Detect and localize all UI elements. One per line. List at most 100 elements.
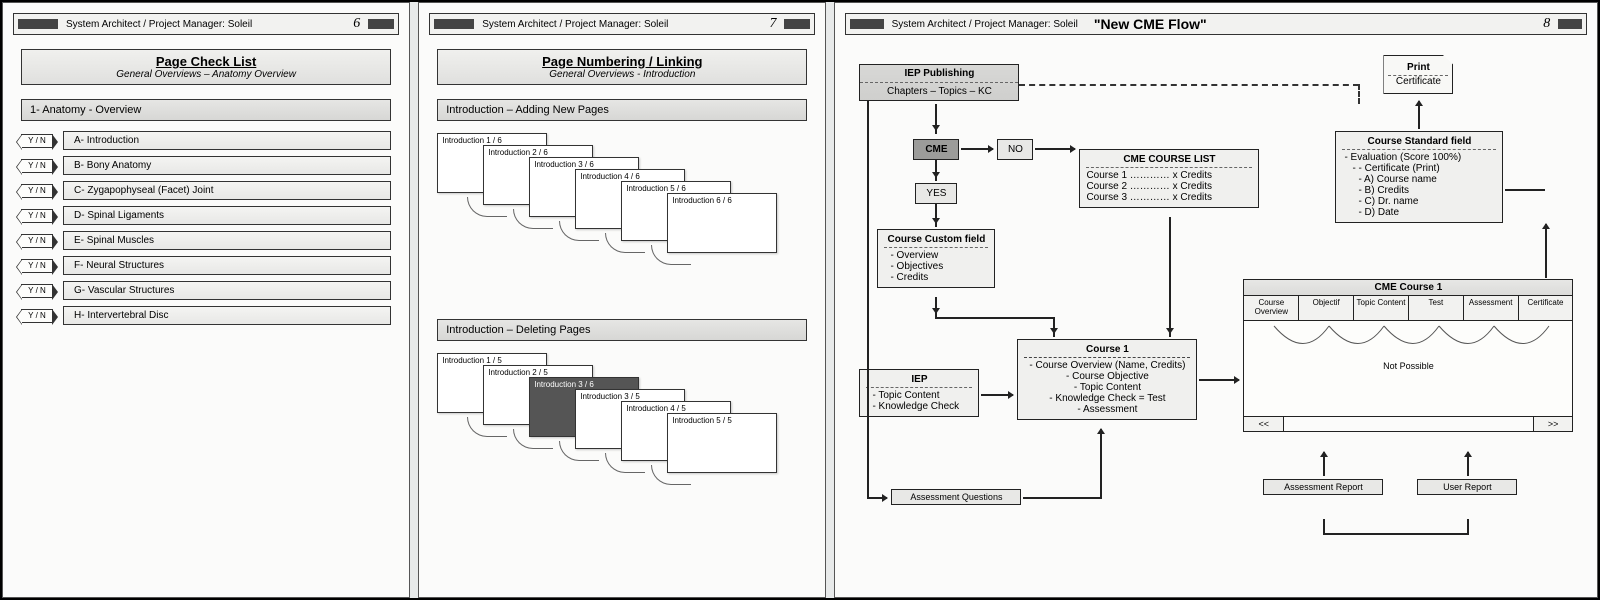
- prev-button: <<: [1244, 417, 1284, 431]
- line: [1323, 533, 1469, 535]
- node-yes: YES: [915, 183, 957, 204]
- line: [1100, 447, 1102, 499]
- yn-diamond: Y / N: [21, 134, 53, 148]
- arrow-right-icon: [867, 497, 887, 499]
- arrow-down-icon: [935, 159, 937, 181]
- checklist-row: Y / NF- Neural Structures: [21, 256, 391, 275]
- dashed-line: [1358, 84, 1360, 104]
- yn-diamond: Y / N: [21, 234, 53, 248]
- redaction-block: [18, 19, 58, 29]
- redaction-block: [784, 19, 810, 29]
- node-assessment-report: Assessment Report: [1263, 479, 1383, 495]
- panel-header: System Architect / Project Manager: Sole…: [845, 13, 1587, 35]
- page-number: 7: [769, 16, 776, 32]
- author-title: System Architect / Project Manager: Sole…: [66, 19, 252, 30]
- checklist-row: Y / NA- Introduction: [21, 131, 391, 150]
- flow-canvas: IEP Publishing Chapters – Topics – KC CM…: [845, 49, 1587, 593]
- node-cme-course-list: CME COURSE LIST Course 1 ………… x Credits …: [1079, 149, 1259, 208]
- triptych: System Architect / Project Manager: Sole…: [0, 0, 1600, 600]
- arrow-up-icon: [1545, 224, 1547, 278]
- arc-arrow: [651, 245, 691, 265]
- node-iep: IEP Topic Content Knowledge Check: [859, 369, 979, 417]
- tab-certificate: Certificate: [1519, 296, 1573, 321]
- arrow-down-icon: [935, 104, 937, 134]
- yn-diamond: Y / N: [21, 309, 53, 323]
- redaction-block: [368, 19, 394, 29]
- arc-arrow: [513, 209, 553, 229]
- page-card: Introduction 5 / 5: [667, 413, 777, 473]
- panel-cme-flow: System Architect / Project Manager: Sole…: [834, 2, 1598, 598]
- arrow-up-icon: [1467, 452, 1469, 476]
- arc-arrow: [605, 453, 645, 473]
- arc-arrow: [513, 429, 553, 449]
- arrow-right-icon: [1199, 379, 1239, 381]
- arrow-down-icon: [935, 297, 937, 317]
- panel-header: System Architect / Project Manager: Sole…: [13, 13, 399, 35]
- page-card: Introduction 6 / 6: [667, 193, 777, 253]
- not-possible-label: Not Possible: [1383, 361, 1434, 371]
- arrow-right-icon: [981, 394, 1013, 396]
- line: [867, 101, 869, 499]
- panel-page-checklist: System Architect / Project Manager: Sole…: [2, 2, 410, 598]
- arc-arrow: [559, 441, 599, 461]
- arrow-up-icon: [1418, 101, 1420, 129]
- redaction-block: [1558, 19, 1582, 29]
- arc-arrow: [467, 197, 507, 217]
- add-header: Introduction – Adding New Pages: [437, 99, 807, 121]
- node-iep-publishing: IEP Publishing Chapters – Topics – KC: [859, 64, 1019, 101]
- del-stack: Introduction 1 / 5 Introduction 2 / 5 In…: [437, 347, 807, 527]
- next-button: >>: [1533, 417, 1573, 431]
- page-number: 6: [353, 16, 360, 32]
- node-cme: CME: [913, 139, 959, 160]
- arrow-down-icon: [1169, 217, 1171, 337]
- checklist-row: Y / NH- Intervertebral Disc: [21, 306, 391, 325]
- line: [1505, 189, 1545, 191]
- panel-header: System Architect / Project Manager: Sole…: [429, 13, 815, 35]
- page-subtitle: General Overviews - Introduction: [438, 69, 806, 80]
- node-cme-course-1: CME Course 1 Course Overview Objectif To…: [1243, 279, 1573, 432]
- tab-objectif: Objectif: [1299, 296, 1354, 321]
- section-header: 1- Anatomy - Overview: [21, 99, 391, 121]
- line: [1323, 519, 1325, 533]
- node-course-1: Course 1 - Course Overview (Name, Credit…: [1017, 339, 1197, 420]
- title-band: Page Numbering / Linking General Overvie…: [437, 49, 807, 85]
- title-band: Page Check List General Overviews – Anat…: [21, 49, 391, 85]
- page-number: 8: [1543, 16, 1550, 32]
- arrow-down-icon: [1053, 317, 1055, 337]
- tab-test: Test: [1409, 296, 1464, 321]
- yn-diamond: Y / N: [21, 159, 53, 173]
- node-course-standard-field: Course Standard field Evaluation (Score …: [1335, 131, 1503, 223]
- yn-diamond: Y / N: [21, 284, 53, 298]
- arrow-right-icon: [961, 148, 993, 150]
- add-stack: Introduction 1 / 6 Introduction 2 / 6 In…: [437, 127, 807, 307]
- arrow-down-icon: [935, 203, 937, 227]
- line: [1467, 519, 1469, 533]
- tab-topic-content: Topic Content: [1354, 296, 1409, 321]
- checklist-row: Y / NE- Spinal Muscles: [21, 231, 391, 250]
- del-header: Introduction – Deleting Pages: [437, 319, 807, 341]
- tab-row: Course Overview Objectif Topic Content T…: [1244, 296, 1572, 321]
- redaction-block: [434, 19, 474, 29]
- checklist-row: Y / ND- Spinal Ligaments: [21, 206, 391, 225]
- checklist-row: Y / NG- Vascular Structures: [21, 281, 391, 300]
- page-subtitle: General Overviews – Anatomy Overview: [22, 69, 390, 80]
- arc-arrow: [605, 233, 645, 253]
- node-assessment-questions: Assessment Questions: [891, 489, 1021, 505]
- arc-arrow: [467, 417, 507, 437]
- yn-diamond: Y / N: [21, 209, 53, 223]
- page-title: Page Check List: [22, 54, 390, 69]
- arrow-up-icon: [1100, 429, 1102, 449]
- arrow-right-icon: [1035, 148, 1075, 150]
- tab-course-overview: Course Overview: [1244, 296, 1299, 321]
- node-user-report: User Report: [1417, 479, 1517, 495]
- arc-arrow: [651, 465, 691, 485]
- node-course-custom-field: Course Custom field Overview Objectives …: [877, 229, 995, 288]
- arrow-up-icon: [1323, 452, 1325, 476]
- node-no: NO: [997, 139, 1033, 160]
- yn-diamond: Y / N: [21, 184, 53, 198]
- panel-page-numbering: System Architect / Project Manager: Sole…: [418, 2, 826, 598]
- flow-title: "New CME Flow": [1094, 16, 1527, 32]
- arc-arrow: [559, 221, 599, 241]
- dashed-line: [1019, 84, 1359, 86]
- checklist-row: Y / NC- Zygapophyseal (Facet) Joint: [21, 181, 391, 200]
